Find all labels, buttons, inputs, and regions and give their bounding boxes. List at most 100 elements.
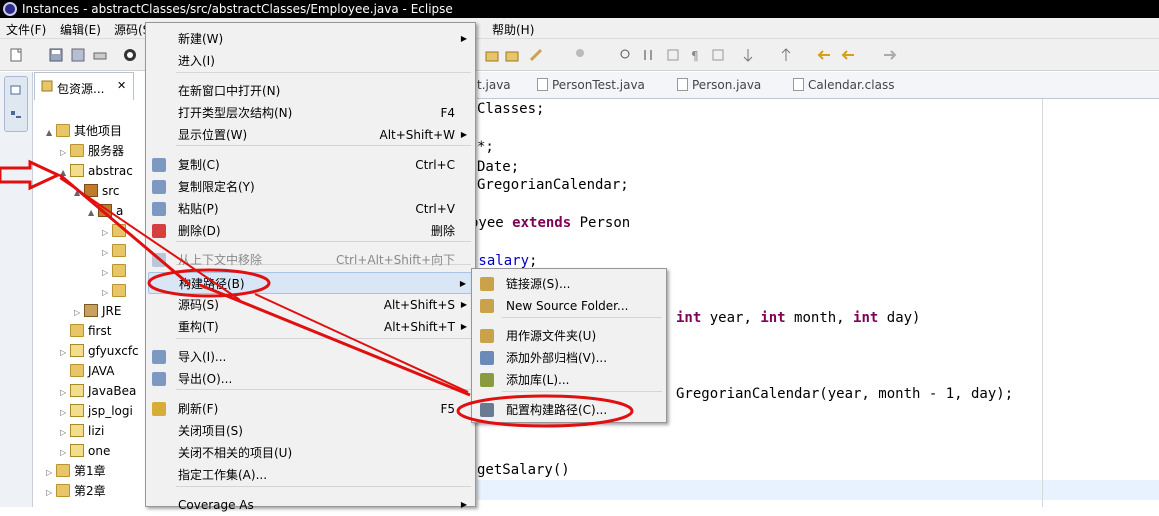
save-icon[interactable] (48, 47, 64, 63)
collapse-arrow-icon[interactable]: ▷ (60, 443, 70, 463)
code-line[interactable]: *; (477, 139, 494, 155)
build-path-menu-item[interactable]: New Source Folder... (474, 295, 664, 317)
expand-arrow-icon[interactable]: ▲ (74, 183, 84, 203)
context-menu-item[interactable]: 复制限定名(Y) (148, 176, 473, 198)
code-line[interactable]: Classes; (477, 101, 544, 117)
tree-item[interactable]: ▲ a (88, 201, 123, 221)
context-menu-item[interactable]: 进入(I) (148, 50, 473, 72)
context-menu-item[interactable]: 删除(D) 删除 (148, 220, 473, 242)
run-tool-icon[interactable] (528, 47, 544, 63)
collapse-arrow-icon[interactable]: ▷ (60, 423, 70, 443)
tree-item[interactable]: JAVA (60, 361, 114, 381)
collapse-arrow-icon[interactable]: ▷ (60, 383, 70, 403)
format-icon[interactable] (640, 47, 656, 63)
build-path-menu-item[interactable]: 用作源文件夹(U) (474, 325, 664, 347)
context-menu-item[interactable]: 显示位置(W) Alt+Shift+W ▶ (148, 124, 473, 146)
menu-help[interactable]: 帮助(H) (492, 21, 534, 38)
collapse-arrow-icon[interactable]: ▷ (102, 243, 112, 263)
restore-icon[interactable] (9, 83, 23, 97)
tree-item[interactable]: ▷ gfyuxcfc (60, 341, 139, 361)
context-menu-item[interactable]: 在新窗口中打开(N) (148, 80, 473, 102)
prev-annotation-icon[interactable] (778, 47, 794, 63)
tree-item[interactable]: first (60, 321, 111, 341)
tree-item[interactable]: ▷ JavaBea (60, 381, 136, 401)
editor-tab[interactable]: Person.java (677, 78, 761, 92)
build-path-menu-item[interactable]: 添加外部归档(V)... (474, 347, 664, 369)
open-folder-icon[interactable] (504, 47, 520, 63)
context-menu-item[interactable]: 导入(I)... (148, 346, 473, 368)
editor-tab[interactable]: Calendar.class (793, 78, 894, 92)
collapse-arrow-icon[interactable]: ▷ (60, 403, 70, 423)
context-menu-item[interactable]: 粘贴(P) Ctrl+V (148, 198, 473, 220)
editor-tab[interactable]: PersonTest.java (537, 78, 645, 92)
code-line[interactable]: GregorianCalendar; (477, 177, 629, 193)
code-line[interactable]: salary; (470, 253, 537, 269)
collapse-arrow-icon[interactable]: ▷ (60, 143, 70, 163)
print-icon[interactable] (92, 47, 108, 63)
expand-arrow-icon[interactable]: ▲ (46, 123, 56, 143)
context-menu-item[interactable]: 重构(T) Alt+Shift+T ▶ (148, 316, 473, 338)
tree-item[interactable]: ▷ jsp_logi (60, 401, 133, 421)
context-menu-item[interactable]: 关闭项目(S) (148, 420, 473, 442)
context-menu-item[interactable]: 打开类型层次结构(N) F4 (148, 102, 473, 124)
tree-item[interactable]: ▷ one (60, 441, 110, 461)
code-line[interactable]: GregorianCalendar(year, month - 1, day); (676, 386, 1013, 402)
debug-icon[interactable] (122, 47, 138, 63)
context-menu-item[interactable]: 构建路径(B) ▶ (148, 272, 473, 294)
forward-icon[interactable] (882, 47, 898, 63)
next-annotation-icon[interactable] (740, 47, 756, 63)
expand-arrow-icon[interactable]: ▲ (88, 203, 98, 223)
editor-tab[interactable]: t.java (477, 78, 511, 92)
tree-item[interactable]: ▷ 第2章 (46, 481, 106, 501)
last-edit-icon[interactable] (816, 47, 832, 63)
context-menu-item[interactable]: 导出(O)... (148, 368, 473, 390)
back-icon[interactable] (840, 47, 856, 63)
tree-item[interactable]: ▲ abstrac (60, 161, 133, 181)
code-line[interactable]: getSalary() (477, 462, 570, 478)
block-select-icon[interactable] (710, 47, 726, 63)
collapse-arrow-icon[interactable]: ▷ (46, 463, 56, 483)
tree-item[interactable]: ▷ (102, 241, 130, 261)
context-menu-item[interactable]: 刷新(F) F5 (148, 398, 473, 420)
code-line[interactable]: Date; (477, 159, 519, 175)
toggle-mark-icon[interactable] (665, 47, 681, 63)
menu-file[interactable]: 文件(F) (6, 21, 46, 38)
tree-item[interactable]: ▷ (102, 281, 130, 301)
tree-item[interactable]: ▲ 其他项目 (46, 121, 122, 141)
open-package-icon[interactable] (484, 47, 500, 63)
search-icon[interactable] (618, 47, 634, 63)
context-menu-item[interactable]: 源码(S) Alt+Shift+S ▶ (148, 294, 473, 316)
context-menu-item[interactable]: Coverage As ▶ (148, 494, 473, 516)
outline-view-icon[interactable] (9, 109, 23, 123)
collapse-arrow-icon[interactable]: ▷ (102, 223, 112, 243)
collapse-arrow-icon[interactable]: ▷ (102, 263, 112, 283)
collapse-arrow-icon[interactable]: ▷ (46, 483, 56, 503)
tree-item[interactable]: ▷ lizi (60, 421, 104, 441)
collapse-arrow-icon[interactable]: ▷ (60, 343, 70, 363)
paragraph-icon[interactable]: ¶ (688, 47, 704, 63)
context-menu-item[interactable]: 关闭不相关的项目(U) (148, 442, 473, 464)
build-path-menu-item[interactable]: 添加库(L)... (474, 369, 664, 391)
new-file-icon[interactable] (8, 47, 24, 63)
code-line[interactable]: int year, int month, int day) (676, 310, 921, 326)
code-line[interactable]: oyee extends Person (470, 215, 630, 231)
menu-edit[interactable]: 编辑(E) (60, 21, 101, 38)
build-path-menu-item[interactable]: 配置构建路径(C)... (474, 399, 664, 421)
build-path-menu-item[interactable]: 链接源(S)... (474, 273, 664, 295)
tree-item[interactable]: ▷ (102, 221, 130, 241)
expand-arrow-icon[interactable]: ▲ (60, 163, 70, 183)
tree-item[interactable]: ▷ JRE (74, 301, 121, 321)
close-icon[interactable]: ✕ (117, 79, 126, 92)
annotation-icon[interactable] (572, 47, 588, 63)
context-menu-item[interactable]: 复制(C) Ctrl+C (148, 154, 473, 176)
tree-item[interactable]: ▷ 服务器 (60, 141, 124, 161)
context-menu-item[interactable]: 指定工作集(A)... (148, 464, 473, 486)
tab-package-explorer[interactable]: 包资源... ✕ (34, 72, 134, 100)
tree-item[interactable]: ▲ src (74, 181, 120, 201)
save-all-icon[interactable] (70, 47, 86, 63)
tree-item[interactable]: ▷ 第1章 (46, 461, 106, 481)
collapse-arrow-icon[interactable]: ▷ (102, 283, 112, 303)
tree-item[interactable]: ▷ (102, 261, 130, 281)
context-menu-item[interactable]: 新建(W) ▶ (148, 28, 473, 50)
collapse-arrow-icon[interactable]: ▷ (74, 303, 84, 323)
